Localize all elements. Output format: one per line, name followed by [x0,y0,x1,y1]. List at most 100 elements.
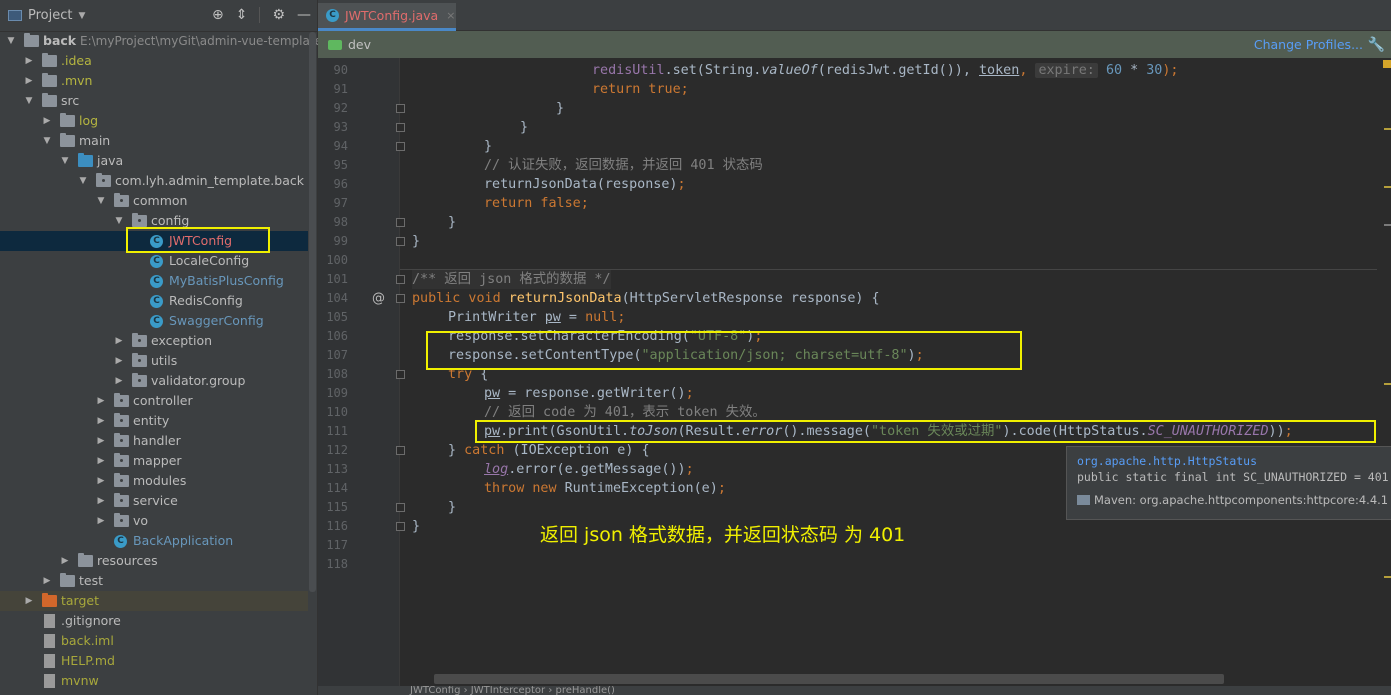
collapsed-arrow-icon[interactable]: ▶ [114,371,124,391]
stripe-mark[interactable] [1384,186,1391,188]
tree-item[interactable]: ▶ mapper [0,451,308,471]
collapsed-arrow-icon[interactable]: ▶ [96,491,106,511]
minimize-icon[interactable]: — [297,7,311,23]
collapsed-arrow-icon[interactable]: ▶ [114,331,124,351]
expanded-arrow-icon[interactable]: ▼ [60,151,70,171]
tab-jwtconfig-java[interactable]: C JWTConfig.java × [318,3,456,31]
tree-item[interactable]: ▼ main [0,131,308,151]
tree-item[interactable]: ▼ com.lyh.admin_template.back [0,171,308,191]
tree-item[interactable]: ▶ vo [0,511,308,531]
collapsed-arrow-icon[interactable]: ▶ [96,411,106,431]
fold-toggle-icon[interactable] [396,446,405,455]
tree-item[interactable]: ▶ .idea [0,51,308,71]
tree-item[interactable]: ▼ common [0,191,308,211]
tree-item[interactable]: HELP.md [0,651,308,671]
collapsed-arrow-icon[interactable]: ▶ [96,511,106,531]
project-view-selector[interactable]: Project [28,8,72,23]
tree-item[interactable]: ▶ entity [0,411,308,431]
tree-item[interactable]: .gitignore [0,611,308,631]
tree-item[interactable]: ▼ java [0,151,308,171]
expanded-arrow-icon[interactable]: ▼ [78,171,88,191]
line-number: 91 [333,82,348,96]
tree-item[interactable]: ▶ handler [0,431,308,451]
code-line-113: log.error(e.getMessage()); [484,462,694,477]
stripe-mark[interactable] [1384,576,1391,578]
tree-item[interactable]: ▼ back E:\myProject\myGit\admin-vue-templa… [0,31,334,51]
fold-toggle-icon[interactable] [396,142,405,151]
tree-item[interactable]: C BackApplication [0,531,308,551]
fold-toggle-icon[interactable] [396,294,405,303]
expanded-arrow-icon[interactable]: ▼ [96,191,106,211]
close-tab-icon[interactable]: × [446,9,455,22]
fold-toggle-icon[interactable] [396,237,405,246]
fold-toggle-icon[interactable] [396,503,405,512]
tree-item[interactable]: ▶ validator.group [0,371,308,391]
fold-toggle-icon[interactable] [396,123,405,132]
tree-item[interactable]: ▶ utils [0,351,308,371]
tree-item-label: utils [151,353,178,368]
parameter-hint: expire: [1035,63,1098,78]
expanded-arrow-icon[interactable]: ▼ [42,131,52,151]
code-editor[interactable]: redisUtil.set(String.valueOf(redisJwt.ge… [412,58,1377,678]
fold-toggle-icon[interactable] [396,218,405,227]
collapsed-arrow-icon[interactable]: ▶ [96,451,106,471]
wrench-icon[interactable]: 🔧 [1368,37,1385,53]
locate-icon[interactable]: ⊕ [212,7,224,23]
tree-item[interactable]: back.iml [0,631,308,651]
tree-item[interactable]: C JWTConfig [0,231,308,251]
collapsed-arrow-icon[interactable]: ▶ [60,551,70,571]
expanded-arrow-icon[interactable]: ▼ [24,91,34,111]
stripe-mark[interactable] [1384,224,1391,226]
fold-toggle-icon[interactable] [396,370,405,379]
expanded-arrow-icon[interactable]: ▼ [6,31,16,51]
analysis-status-icon[interactable] [1383,60,1391,68]
collapsed-arrow-icon[interactable]: ▶ [24,51,34,71]
code-line-111: pw.print(GsonUtil.toJson(Result.error().… [484,424,1293,439]
tree-item[interactable]: ▶ target [0,591,308,611]
tree-item[interactable]: C LocaleConfig [0,251,308,271]
package-icon [96,173,111,187]
tooltip-package-link[interactable]: org.apache.http.HttpStatus [1077,453,1385,469]
collapsed-arrow-icon[interactable]: ▶ [96,471,106,491]
tree-item[interactable]: ▶ test [0,571,308,591]
chevron-down-icon[interactable]: ▼ [78,11,85,21]
file-icon [44,614,55,628]
fold-toggle-icon[interactable] [396,104,405,113]
tree-item[interactable]: ▶ exception [0,331,308,351]
tree-item[interactable]: ▶ resources [0,551,308,571]
package-icon [114,413,129,427]
tree-item[interactable]: C MyBatisPlusConfig [0,271,308,291]
tree-item[interactable]: ▶ log [0,111,308,131]
gear-icon[interactable]: ⚙ [272,7,285,23]
tree-item-label: mvnw [61,673,99,688]
annotation-gutter-icon[interactable]: @ [372,289,385,308]
stripe-mark[interactable] [1384,128,1391,130]
fold-toggle-icon[interactable] [396,275,405,284]
collapse-all-icon[interactable]: ⇕ [236,7,248,23]
error-stripe[interactable] [1381,58,1391,678]
expanded-arrow-icon[interactable]: ▼ [114,211,124,231]
tree-item[interactable]: ▶ service [0,491,308,511]
collapsed-arrow-icon[interactable]: ▶ [114,351,124,371]
tree-item[interactable]: ▼ src [0,91,308,111]
breadcrumb-text[interactable]: JWTConfig › JWTInterceptor › preHandle() [410,686,615,695]
tree-item[interactable]: C SwaggerConfig [0,311,308,331]
tree-item[interactable]: mvnw [0,671,308,691]
collapsed-arrow-icon[interactable]: ▶ [42,111,52,131]
stripe-mark[interactable] [1384,383,1391,385]
collapsed-arrow-icon[interactable]: ▶ [24,591,34,611]
tree-item[interactable]: ▶ controller [0,391,308,411]
collapsed-arrow-icon[interactable]: ▶ [96,391,106,411]
collapsed-arrow-icon[interactable]: ▶ [42,571,52,591]
java-class-icon: C [150,255,163,268]
tree-item[interactable]: ▼ config [0,211,308,231]
tree-item[interactable]: C RedisConfig [0,291,308,311]
change-profiles-link[interactable]: Change Profiles... [1254,37,1363,52]
tree-item[interactable]: ▶ .mvn [0,71,308,91]
tree-item[interactable]: ▶ modules [0,471,308,491]
collapsed-arrow-icon[interactable]: ▶ [24,71,34,91]
horizontal-scrollbar[interactable] [434,674,1224,684]
fold-toggle-icon[interactable] [396,522,405,531]
tree-scrollbar[interactable] [309,32,316,592]
collapsed-arrow-icon[interactable]: ▶ [96,431,106,451]
